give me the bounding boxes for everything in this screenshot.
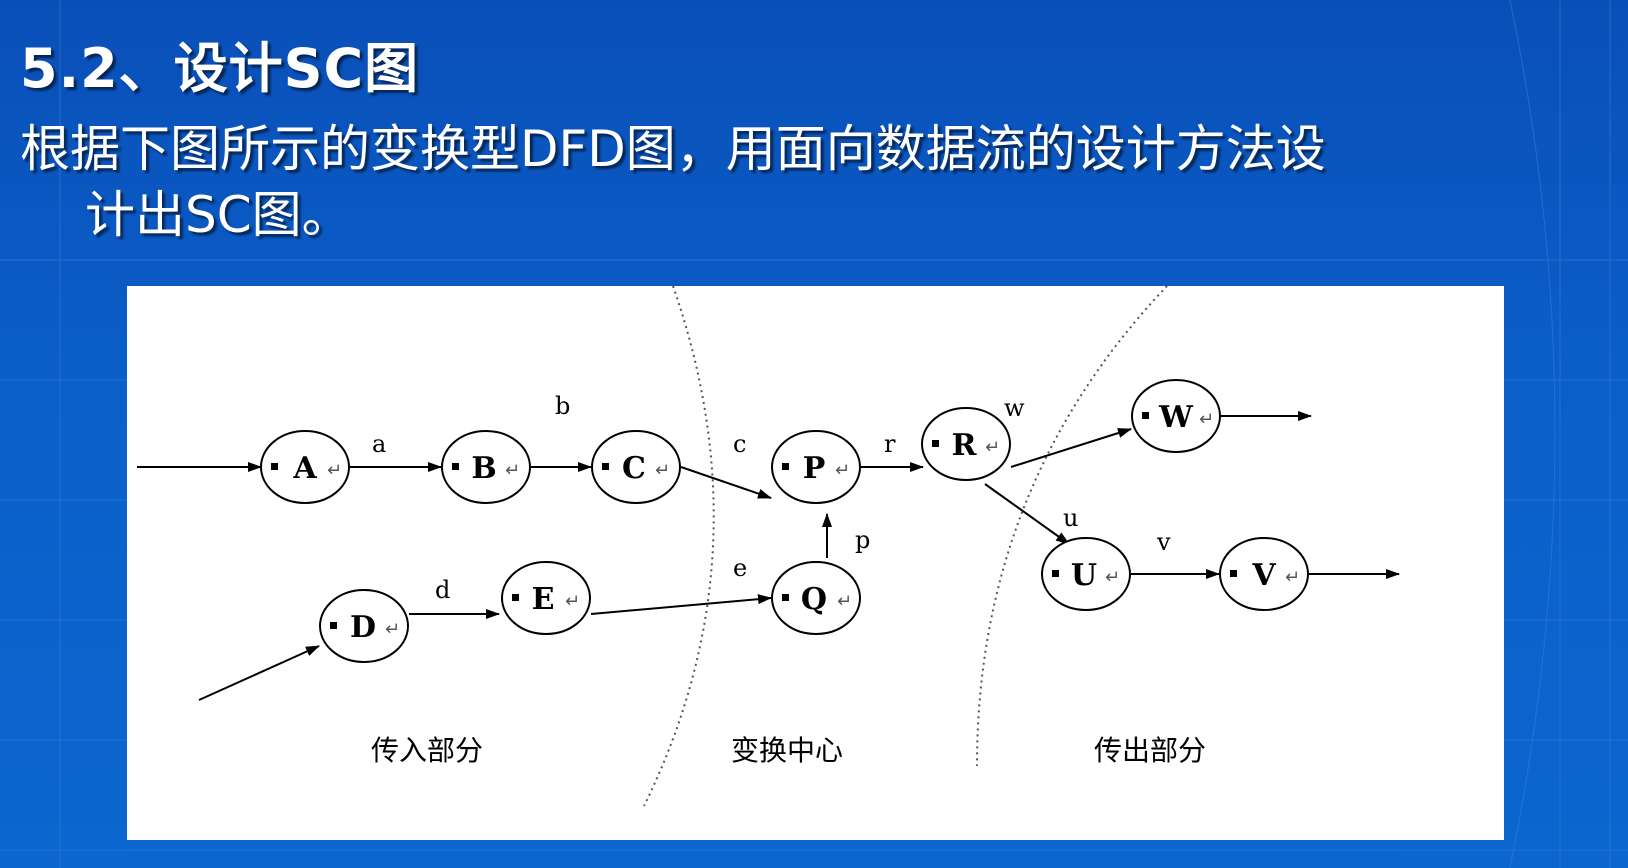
return-mark: ↵ <box>327 460 342 481</box>
node-V: V ↵ <box>1219 537 1309 611</box>
region-label-transform: 变换中心 <box>731 734 843 767</box>
node-E: E ↵ <box>501 561 591 635</box>
flow-label-r: r <box>884 430 896 458</box>
arrow-c <box>680 466 772 499</box>
flow-label-u: u <box>1063 504 1078 532</box>
node-P: P ↵ <box>771 430 861 504</box>
node-label-U: U <box>1071 558 1097 593</box>
node-R: R ↵ <box>921 407 1011 481</box>
return-mark: ↵ <box>505 460 520 481</box>
boundary-input-transform <box>643 286 715 807</box>
node-U: U ↵ <box>1041 537 1131 611</box>
node-label-V: V <box>1251 558 1276 593</box>
flow-label-e: e <box>733 554 747 582</box>
return-mark: ↵ <box>565 591 580 612</box>
body-line-2: 计出SC图。 <box>85 186 352 244</box>
region-label-output: 传出部分 <box>1094 734 1206 767</box>
return-mark: ↵ <box>985 437 1000 458</box>
region-label-input: 传入部分 <box>371 734 483 767</box>
node-A: A ↵ <box>260 430 350 504</box>
return-mark: ↵ <box>1105 567 1120 588</box>
flow-label-a: a <box>372 430 386 458</box>
arrow-in-d <box>198 645 320 701</box>
return-mark: ↵ <box>1199 409 1214 430</box>
node-label-R: R <box>952 428 978 463</box>
node-C: C ↵ <box>591 430 681 504</box>
node-label-E: E <box>532 582 555 617</box>
arrow-w <box>1010 428 1132 468</box>
flow-label-w: w <box>1004 394 1025 422</box>
arrow-u <box>984 483 1070 545</box>
node-Q: Q ↵ <box>771 561 861 635</box>
dfd-diagram: A ↵ B ↵ C ↵ P ↵ R ↵ W ↵ D ↵ E ↵ Q ↵ U ↵ … <box>127 286 1504 840</box>
node-W: W ↵ <box>1131 379 1221 453</box>
flow-label-d: d <box>435 576 450 604</box>
arrow-e <box>590 594 772 615</box>
slide-body: 根据下图所示的变换型DFD图，用面向数据流的设计方法设 计出SC图。 <box>20 116 1620 248</box>
dfd-svg: A ↵ B ↵ C ↵ P ↵ R ↵ W ↵ D ↵ E ↵ Q ↵ U ↵ … <box>137 286 1400 807</box>
node-D: D ↵ <box>319 589 409 663</box>
return-mark: ↵ <box>837 591 852 612</box>
node-B: B ↵ <box>441 430 531 504</box>
slide-title: 5.2、设计SC图 <box>20 37 420 100</box>
flow-label-v: v <box>1156 528 1171 556</box>
node-label-B: B <box>471 451 496 486</box>
node-label-C: C <box>622 451 646 486</box>
node-label-P: P <box>803 451 826 486</box>
node-label-W: W <box>1158 400 1194 435</box>
body-line-1: 根据下图所示的变换型DFD图，用面向数据流的设计方法设 <box>20 120 1326 178</box>
return-mark: ↵ <box>1285 567 1300 588</box>
node-label-D: D <box>350 610 376 645</box>
flow-label-c: c <box>733 430 746 458</box>
return-mark: ↵ <box>655 460 670 481</box>
node-label-Q: Q <box>801 582 827 617</box>
return-mark: ↵ <box>835 460 850 481</box>
return-mark: ↵ <box>385 619 400 640</box>
node-label-A: A <box>292 451 317 486</box>
flow-label-p: p <box>855 526 870 554</box>
flow-label-b: b <box>555 392 570 420</box>
